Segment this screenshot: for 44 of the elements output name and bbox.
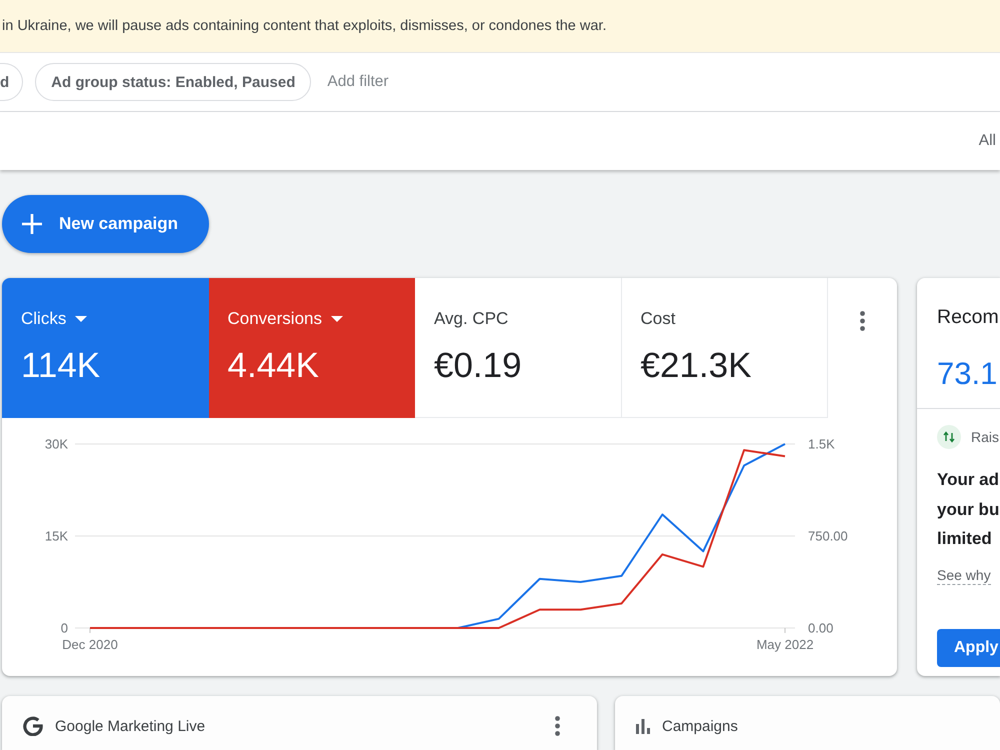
more-button[interactable] — [860, 311, 865, 331]
card-title: Google Marketing Live — [55, 718, 206, 734]
card-title: Recom — [937, 306, 1000, 329]
add-filter-button[interactable]: Add filter — [327, 73, 389, 91]
apply-button[interactable]: Apply — [937, 629, 1000, 667]
caret-down-icon — [331, 316, 343, 322]
optimization-score: 73.1 — [937, 355, 998, 393]
more-button[interactable] — [555, 716, 560, 736]
metric-label: Clicks — [21, 309, 66, 329]
axis-label: Dec 2020 — [62, 637, 118, 652]
metric-value: 114K — [21, 345, 102, 387]
axis-label: 0.00 — [808, 620, 834, 636]
recommendation-label: Rais — [971, 429, 1000, 445]
up-down-arrows-icon — [937, 425, 961, 449]
metric-label: Cost — [640, 309, 676, 329]
axis-label: 1.5K — [808, 436, 835, 452]
axis-label: 750.00 — [808, 528, 848, 544]
metric-value: 4.44K — [228, 345, 320, 387]
banner-message: in Ukraine, we will pause ads containing content that exploits, dismisses, or condones the war. — [2, 18, 606, 34]
metric-value: €21.3K — [640, 345, 752, 387]
new-campaign-button[interactable]: New campaign — [2, 195, 209, 253]
plus-icon — [22, 214, 42, 234]
metric-tile[interactable]: Avg. CPC €0.19 — [415, 278, 622, 418]
axis-label: 30K — [44, 436, 68, 452]
bar-chart-icon — [636, 718, 650, 734]
more-vert-icon — [555, 716, 560, 736]
metric-value: €0.19 — [434, 345, 523, 387]
filter-chip[interactable]: Ad group status: Enabled, Paused — [35, 63, 312, 101]
metric-tile[interactable]: Conversions 4.44K — [208, 278, 415, 418]
card-title: Campaigns — [662, 718, 738, 734]
recommendation-text: Your ad your bu limited — [937, 469, 1000, 550]
metric-tile[interactable]: Cost €21.3K — [622, 278, 828, 418]
see-why-link[interactable]: See why — [937, 566, 991, 584]
axis-label: May 2022 — [756, 637, 814, 652]
metric-label: Avg. CPC — [434, 309, 508, 329]
g-logo-icon — [23, 716, 43, 736]
caret-down-icon — [75, 316, 88, 322]
metric-tile[interactable]: Clicks 114K — [2, 278, 208, 418]
axis-label: 15K — [44, 528, 68, 544]
metric-label: Conversions — [228, 309, 322, 329]
axis-label: 0 — [60, 620, 68, 636]
view-selector[interactable]: All — [978, 132, 996, 150]
filter-chip[interactable]: d — [0, 63, 24, 101]
more-vert-icon — [860, 311, 865, 331]
